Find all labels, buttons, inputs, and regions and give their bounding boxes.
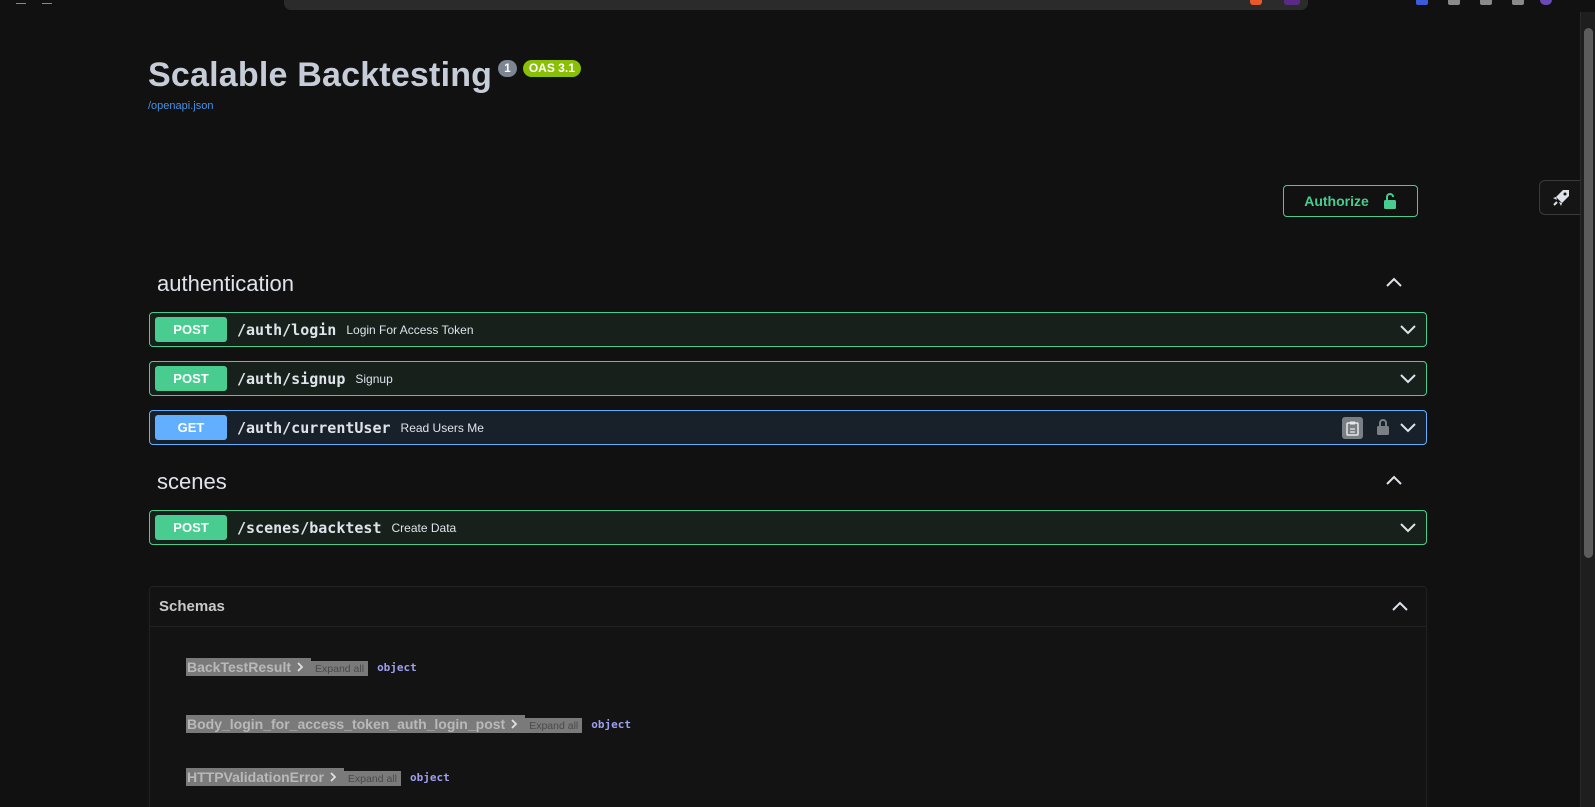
schema-model-row[interactable]: HTTPValidationError Expand all object xyxy=(186,768,450,786)
model-type: object xyxy=(377,660,417,674)
operation-summary: Signup xyxy=(355,371,393,386)
model-toggle[interactable]: HTTPValidationError xyxy=(186,768,344,786)
info-header: Scalable Backtesting 1 OAS 3.1 xyxy=(148,56,581,95)
schemas-section: Schemas BackTestResult Expand all object… xyxy=(149,586,1427,807)
expand-all-button[interactable]: Expand all xyxy=(525,717,583,733)
operation-summary: Create Data xyxy=(391,520,457,535)
chevron-up-icon[interactable] xyxy=(1385,474,1403,486)
operation-summary: Login For Access Token xyxy=(346,322,474,337)
copy-to-clipboard-button[interactable] xyxy=(1342,417,1363,439)
model-type: object xyxy=(591,717,631,731)
model-name: BackTestResult xyxy=(187,659,292,675)
back-arrow-icon[interactable] xyxy=(16,0,26,4)
rocket-tab[interactable] xyxy=(1539,180,1581,215)
extension-icon[interactable] xyxy=(1284,0,1300,5)
profile-avatar[interactable] xyxy=(1540,0,1552,5)
extension-icon[interactable] xyxy=(1512,0,1524,5)
scrollbar-thumb[interactable] xyxy=(1584,28,1593,558)
copy-icon xyxy=(1346,421,1359,436)
expand-all-button[interactable]: Expand all xyxy=(343,770,401,786)
expand-all-button[interactable]: Expand all xyxy=(311,660,369,676)
model-type: object xyxy=(409,770,450,784)
lock-icon[interactable] xyxy=(1376,418,1390,436)
schema-model-row[interactable]: Body_login_for_access_token_auth_login_p… xyxy=(186,715,631,733)
lock-open-icon xyxy=(1383,193,1396,209)
chevron-down-icon[interactable] xyxy=(1400,522,1416,533)
operation-path: /auth/currentUser xyxy=(237,418,391,437)
tag-title-scenes[interactable]: scenes xyxy=(157,469,227,495)
method-badge: POST xyxy=(155,366,227,391)
address-bar[interactable] xyxy=(284,0,1308,10)
chevron-right-icon xyxy=(511,719,518,729)
extension-icon[interactable] xyxy=(1480,0,1492,5)
chevron-up-icon[interactable] xyxy=(1385,276,1403,288)
brave-shield-icon[interactable] xyxy=(1250,0,1262,5)
browser-toolbar xyxy=(0,0,1595,12)
schemas-title: Schemas xyxy=(159,598,225,615)
chevron-down-icon[interactable] xyxy=(1400,422,1416,433)
page-title: Scalable Backtesting xyxy=(148,56,493,94)
model-name: Body_login_for_access_token_auth_login_p… xyxy=(187,716,506,732)
model-toggle[interactable]: Body_login_for_access_token_auth_login_p… xyxy=(186,715,526,733)
method-badge: GET xyxy=(155,415,227,440)
schema-model-row[interactable]: BackTestResult Expand all object xyxy=(186,658,417,676)
oas-badge: OAS 3.1 xyxy=(522,60,581,77)
chevron-down-icon[interactable] xyxy=(1400,373,1416,384)
authorize-button[interactable]: Authorize xyxy=(1283,185,1418,217)
chevron-up-icon[interactable] xyxy=(1392,601,1408,612)
extension-icon[interactable] xyxy=(1448,0,1460,5)
chevron-down-icon[interactable] xyxy=(1400,324,1416,335)
rocket-icon xyxy=(1552,189,1569,206)
operation-scenes-backtest[interactable]: POST /scenes/backtest Create Data xyxy=(149,510,1427,545)
operation-summary: Read Users Me xyxy=(400,420,484,435)
operation-auth-login[interactable]: POST /auth/login Login For Access Token xyxy=(149,312,1427,347)
model-toggle[interactable]: BackTestResult xyxy=(186,658,312,676)
model-name: HTTPValidationError xyxy=(187,769,324,785)
schemas-header[interactable]: Schemas xyxy=(150,587,1426,627)
method-badge: POST xyxy=(155,515,227,540)
authorize-label: Authorize xyxy=(1304,193,1369,209)
version-badge: 1 xyxy=(498,60,517,77)
chevron-right-icon xyxy=(297,662,304,672)
operation-auth-signup[interactable]: POST /auth/signup Signup xyxy=(149,361,1427,396)
forward-arrow-icon[interactable] xyxy=(42,0,52,4)
operation-path: /auth/signup xyxy=(237,369,346,388)
operation-path: /scenes/backtest xyxy=(237,518,382,537)
method-badge: POST xyxy=(155,317,227,342)
extension-icon[interactable] xyxy=(1416,0,1428,5)
operation-path: /auth/login xyxy=(237,320,337,339)
tag-title-authentication[interactable]: authentication xyxy=(157,271,294,297)
openapi-json-link[interactable]: /openapi.json xyxy=(148,100,213,112)
scrollbar[interactable] xyxy=(1580,12,1595,807)
chevron-right-icon xyxy=(330,772,337,782)
operation-auth-currentuser[interactable]: GET /auth/currentUser Read Users Me xyxy=(149,410,1427,445)
